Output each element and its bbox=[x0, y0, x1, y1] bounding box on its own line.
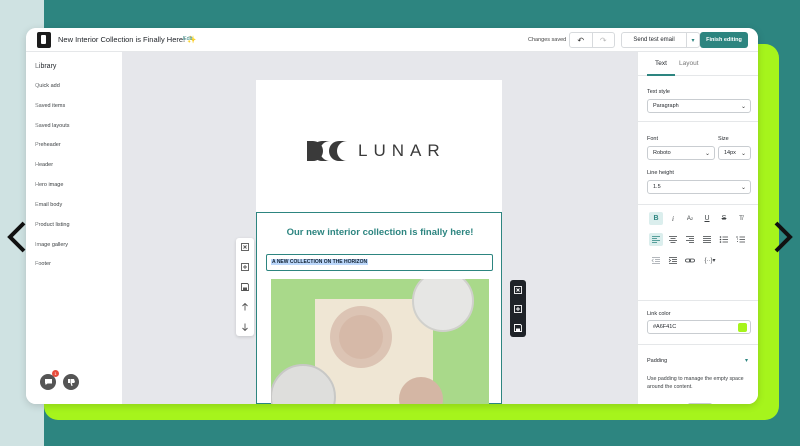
padding-label[interactable]: Padding bbox=[647, 358, 667, 364]
finish-editing-button[interactable]: Finish editing bbox=[700, 32, 748, 48]
divider bbox=[638, 300, 758, 301]
size-label: Size bbox=[718, 136, 729, 142]
size-select[interactable]: 14px ⌄ bbox=[718, 146, 751, 160]
link-color-label: Link color bbox=[647, 311, 671, 317]
chevron-down-icon[interactable]: ▾ bbox=[745, 357, 748, 364]
bullet-list-icon[interactable] bbox=[717, 233, 731, 246]
font-select[interactable]: Roboto ⌄ bbox=[647, 146, 715, 160]
chevron-down-icon: ⌄ bbox=[740, 185, 746, 191]
save-icon[interactable] bbox=[513, 323, 523, 333]
divider bbox=[638, 344, 758, 345]
align-right-icon[interactable] bbox=[683, 233, 697, 246]
line-height-value: 1.5 bbox=[653, 184, 661, 190]
duplicate-icon[interactable] bbox=[513, 304, 523, 314]
size-value: 14px bbox=[724, 150, 736, 156]
chevron-down-icon: ⌄ bbox=[740, 104, 746, 110]
save-icon[interactable] bbox=[240, 282, 250, 292]
padding-input[interactable]: 12 px bbox=[688, 403, 712, 404]
underline-icon[interactable]: U bbox=[700, 212, 714, 225]
chevron-down-icon: ⌄ bbox=[740, 151, 746, 157]
notification-badge: 1 bbox=[52, 370, 59, 377]
numbered-list-icon[interactable] bbox=[734, 233, 748, 246]
active-tab-indicator bbox=[647, 74, 675, 76]
merge-tag-icon[interactable]: {··}▾ bbox=[700, 254, 720, 267]
email-editor-window: New Interior Collection is Finally Here!… bbox=[26, 28, 758, 404]
justify-icon[interactable] bbox=[700, 233, 714, 246]
duplicate-icon[interactable] bbox=[240, 262, 250, 272]
divider bbox=[638, 121, 758, 122]
align-left-icon[interactable] bbox=[649, 233, 663, 246]
link-color-value: #A6F41C bbox=[653, 324, 677, 330]
indent-icon[interactable] bbox=[666, 254, 680, 267]
thumbs-down-icon[interactable] bbox=[63, 374, 79, 390]
selected-text[interactable]: A NEW COLLECTION ON THE HORIZON bbox=[271, 259, 369, 265]
email-title: New Interior Collection is Finally Here!… bbox=[58, 35, 197, 44]
delete-icon[interactable] bbox=[513, 285, 523, 295]
chevron-down-icon: ⌄ bbox=[704, 151, 710, 157]
italic-icon[interactable]: i bbox=[666, 212, 680, 225]
chevron-down-icon[interactable]: ▾ bbox=[686, 32, 700, 48]
app-logo[interactable] bbox=[37, 32, 51, 48]
link-icon[interactable] bbox=[683, 254, 697, 267]
color-swatch[interactable] bbox=[738, 323, 747, 332]
save-status: Changes saved bbox=[528, 37, 567, 43]
arrow-up-icon[interactable] bbox=[240, 302, 250, 312]
email-preview: LUNAR Our new interior collection is fin… bbox=[256, 80, 502, 404]
history-controls: ↶ ↷ bbox=[569, 32, 615, 48]
editor-header: New Interior Collection is Finally Here!… bbox=[26, 28, 758, 52]
text-style-value: Paragraph bbox=[653, 103, 679, 109]
brand-name: LUNAR bbox=[358, 141, 446, 160]
hero-image[interactable] bbox=[271, 279, 489, 404]
library-sidebar: Library Quick add Saved items Saved layo… bbox=[26, 52, 122, 404]
text-style-select[interactable]: Paragraph ⌄ bbox=[647, 99, 751, 113]
redo-icon[interactable]: ↷ bbox=[591, 33, 615, 47]
clear-format-icon[interactable]: T̸ bbox=[734, 212, 748, 225]
fade-overlay bbox=[26, 52, 42, 404]
divider bbox=[638, 204, 758, 205]
chevron-right-icon[interactable] bbox=[770, 220, 796, 254]
text-style-label: Text style bbox=[647, 89, 670, 95]
subheading-text-block[interactable]: A NEW COLLECTION ON THE HORIZON bbox=[266, 254, 493, 271]
link-color-input[interactable]: #A6F41C bbox=[647, 320, 751, 334]
brand-logo[interactable]: LUNAR bbox=[306, 140, 446, 162]
superscript-icon[interactable]: A2 bbox=[683, 212, 697, 225]
strikethrough-icon[interactable]: S bbox=[717, 212, 731, 225]
block-toolbar bbox=[236, 238, 254, 336]
tab-layout[interactable]: Layout bbox=[679, 60, 699, 67]
edit-title-link[interactable]: Edit bbox=[183, 36, 192, 42]
padding-help-text: Use padding to manage the empty space ar… bbox=[647, 376, 744, 390]
align-center-icon[interactable] bbox=[666, 233, 680, 246]
editor-canvas: LUNAR Our new interior collection is fin… bbox=[122, 52, 637, 404]
selected-content-block[interactable]: Our new interior collection is finally h… bbox=[256, 212, 502, 404]
delete-icon[interactable] bbox=[240, 242, 250, 252]
font-label: Font bbox=[647, 136, 659, 142]
lunar-logo-mark-icon bbox=[307, 141, 347, 161]
bold-icon[interactable]: B bbox=[649, 212, 663, 225]
outdent-icon[interactable] bbox=[649, 254, 663, 267]
undo-icon[interactable]: ↶ bbox=[570, 33, 592, 47]
font-value: Roboto bbox=[653, 150, 671, 156]
email-headline[interactable]: Our new interior collection is finally h… bbox=[257, 227, 503, 238]
properties-panel: Text Layout Text style Paragraph ⌄ Font … bbox=[637, 52, 758, 404]
line-height-label: Line height bbox=[647, 170, 674, 176]
panel-tabs: Text Layout bbox=[638, 52, 758, 76]
element-toolbar bbox=[510, 280, 526, 337]
line-height-select[interactable]: 1.5 ⌄ bbox=[647, 180, 751, 194]
tab-text[interactable]: Text bbox=[655, 60, 667, 67]
send-test-email-button[interactable]: Send test email bbox=[621, 32, 687, 48]
arrow-down-icon[interactable] bbox=[240, 322, 250, 332]
